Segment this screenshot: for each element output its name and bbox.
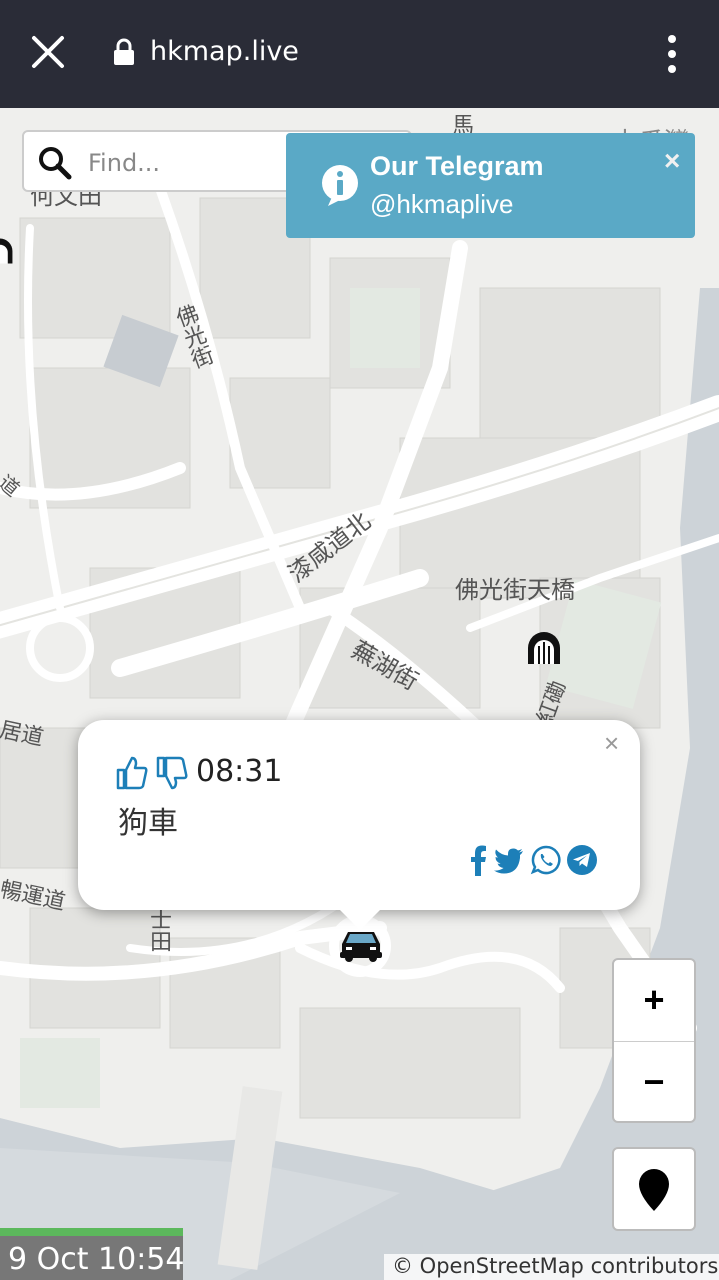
toast-title: Our Telegram bbox=[370, 151, 544, 181]
time-slider-progress bbox=[0, 1228, 183, 1236]
more-options-icon[interactable] bbox=[664, 34, 680, 74]
zoom-out-button[interactable]: − bbox=[614, 1042, 694, 1122]
telegram-icon[interactable] bbox=[566, 844, 598, 876]
popup-close-button[interactable]: × bbox=[604, 728, 619, 759]
tunnel-marker-icon[interactable] bbox=[0, 236, 14, 266]
tunnel-marker-icon[interactable] bbox=[526, 630, 562, 666]
map-label-si-tin: 士田 bbox=[146, 908, 171, 952]
map-attribution[interactable]: © OpenStreetMap contributors bbox=[384, 1254, 719, 1280]
time-slider[interactable]: 9 Oct 10:54 bbox=[0, 1228, 185, 1280]
report-description: 狗車 bbox=[118, 806, 178, 841]
thumbs-up-icon[interactable] bbox=[116, 756, 148, 790]
location-pin-icon bbox=[639, 1169, 669, 1211]
search-icon[interactable] bbox=[38, 146, 72, 180]
zoom-control: + − bbox=[612, 958, 696, 1123]
toast-handle[interactable]: @hkmaplive bbox=[370, 189, 513, 220]
report-time: 08:31 bbox=[196, 754, 283, 789]
whatsapp-icon[interactable] bbox=[530, 844, 562, 876]
map-label-fat-kwong-bridge: 佛光街天橋 bbox=[455, 576, 575, 604]
car-marker-icon[interactable] bbox=[336, 922, 386, 962]
time-slider-label: 9 Oct 10:54 bbox=[8, 1242, 185, 1277]
zoom-in-button[interactable]: + bbox=[614, 960, 694, 1040]
facebook-icon[interactable] bbox=[462, 844, 494, 876]
twitter-icon[interactable] bbox=[492, 844, 524, 876]
report-popup: × 08:31 狗車 bbox=[78, 720, 640, 930]
info-icon bbox=[322, 165, 358, 206]
url-text[interactable]: hkmap.live bbox=[150, 36, 299, 67]
telegram-notification[interactable]: Our Telegram @hkmaplive × bbox=[286, 133, 695, 238]
close-icon[interactable] bbox=[30, 34, 66, 70]
locate-button[interactable] bbox=[612, 1147, 696, 1231]
browser-toolbar: hkmap.live bbox=[0, 0, 719, 108]
toast-close-button[interactable]: × bbox=[664, 145, 680, 177]
lock-icon bbox=[114, 38, 134, 65]
thumbs-down-icon[interactable] bbox=[156, 756, 188, 790]
